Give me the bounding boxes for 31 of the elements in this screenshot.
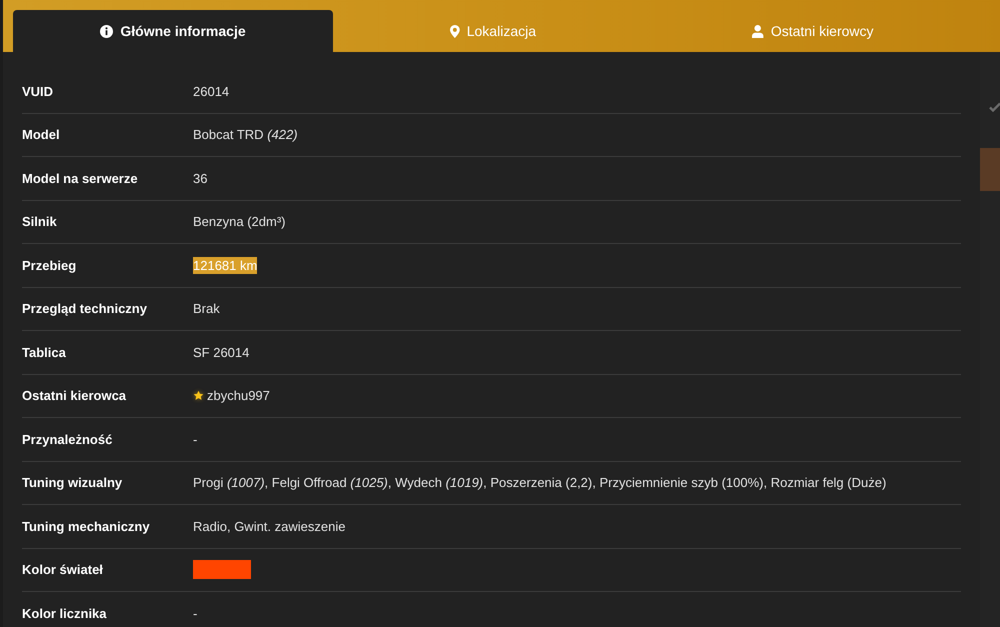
field-label: Tuning mechaniczny — [22, 518, 151, 534]
field-value: Benzyna (2dm³) — [193, 213, 286, 230]
field-label: Model na serwerze — [22, 170, 139, 186]
location-pin-icon — [450, 24, 460, 38]
user-icon — [752, 24, 764, 38]
field-label: Kolor licznika — [22, 606, 108, 621]
field-value: - — [193, 604, 198, 622]
field-value: 121681 km — [193, 256, 258, 274]
tab[interactable]: Główne informacje — [13, 10, 333, 52]
field-value: Bobcat TRD (422) — [193, 126, 298, 144]
field-label: Ostatni kierowca — [22, 388, 128, 404]
field-label: Silnik — [22, 214, 58, 230]
field-label: Tablica — [22, 344, 67, 360]
field-label: Przynależność — [22, 432, 114, 447]
field-value: 36 — [193, 170, 208, 187]
check-icon — [989, 102, 1000, 112]
field-label: Tuning wizualny — [22, 475, 124, 490]
field-value: Progi (1007), Felgi Offroad (1025), Wydech (1019), Poszerzenia (2,2), Przyciemnienie szyb (100%), Rozmiar felg (Duże) — [193, 474, 886, 492]
field-label: VUID — [22, 84, 54, 99]
field-label: Kolor świateł — [22, 562, 104, 578]
field-value: SF 26014 — [193, 344, 250, 361]
field-label: Przebieg — [22, 258, 78, 273]
user-link[interactable]: zbychu997 — [207, 387, 270, 404]
field-label: Model — [22, 127, 61, 142]
field-value: 26014 — [193, 82, 230, 100]
field-label: Przegląd techniczny — [22, 301, 148, 316]
field-value: Brak — [193, 300, 220, 318]
info-icon — [100, 24, 114, 38]
star-icon — [193, 390, 204, 402]
field-value: - — [193, 430, 198, 448]
field-value: Radio, Gwint. zawieszenie — [193, 518, 346, 535]
